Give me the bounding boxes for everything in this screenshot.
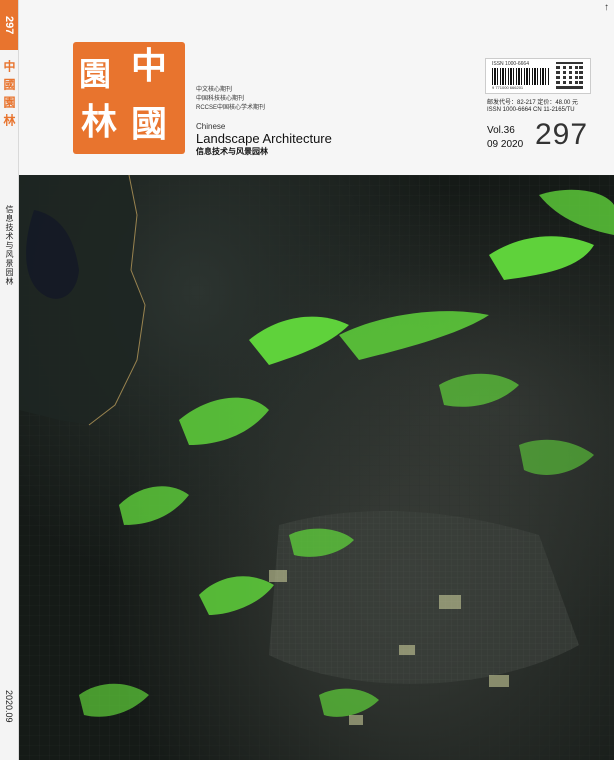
built-up-patch [439,595,461,609]
barcode-issn: ISSN 1000-6664 [492,61,529,67]
built-up-patch [269,570,287,582]
cover-header: 中 國 園 林 中文核心期刊 中国科技核心期刊 RCCSE中国核心学术期刊 Ch… [19,0,614,175]
built-up-patch [349,715,363,725]
spine-subtitle: 信息技术与风景园林 [5,205,14,286]
core-journal-list: 中文核心期刊 中国科技核心期刊 RCCSE中国核心学术期刊 [196,86,265,113]
chinese-label: Chinese [196,122,226,131]
cover-satellite-image [19,175,614,760]
postal-code-price: 邮发代号：82-217 定价：48.00 元 [487,100,579,106]
journal-logo: 中 國 園 林 [73,42,185,154]
qr-code-icon [556,62,583,89]
logo-char-2: 國 [131,103,168,145]
core-line-3: RCCSE中国核心学术期刊 [196,105,266,111]
spine-date: 2020.09 [4,690,14,723]
vegetation-map [19,175,614,760]
issue-number: 297 [535,118,589,151]
core-line-1: 中文核心期刊 [196,87,233,93]
logo-char-3: 園 [79,55,112,93]
issue-date: 09 2020 [487,139,524,150]
barcode-number: 9 771000 666201 [492,85,524,90]
barcode-box: ISSN 1000-6664 9 771000 666201 [485,58,591,94]
logo-char-1: 中 [131,45,168,87]
logo-char-4: 林 [81,101,118,143]
corner-mark: ↑ [604,2,609,13]
spine-issue-number: 297 [0,0,18,50]
journal-title: Landscape Architecture [196,131,332,146]
built-up-patch [489,675,509,687]
issn-cn: ISSN 1000-6664 CN 11-2165/TU [487,107,575,113]
cover-spine: 297 中國園林 信息技术与风景园林 2020.09 [0,0,19,760]
volume-label: Vol.36 [487,125,515,136]
journal-subtitle: 信息技术与风景园林 [196,147,268,156]
barcode-icon [492,68,550,85]
built-up-patch [399,645,415,655]
spine-title: 中國園林 [2,60,16,132]
core-line-2: 中国科技核心期刊 [196,96,245,102]
